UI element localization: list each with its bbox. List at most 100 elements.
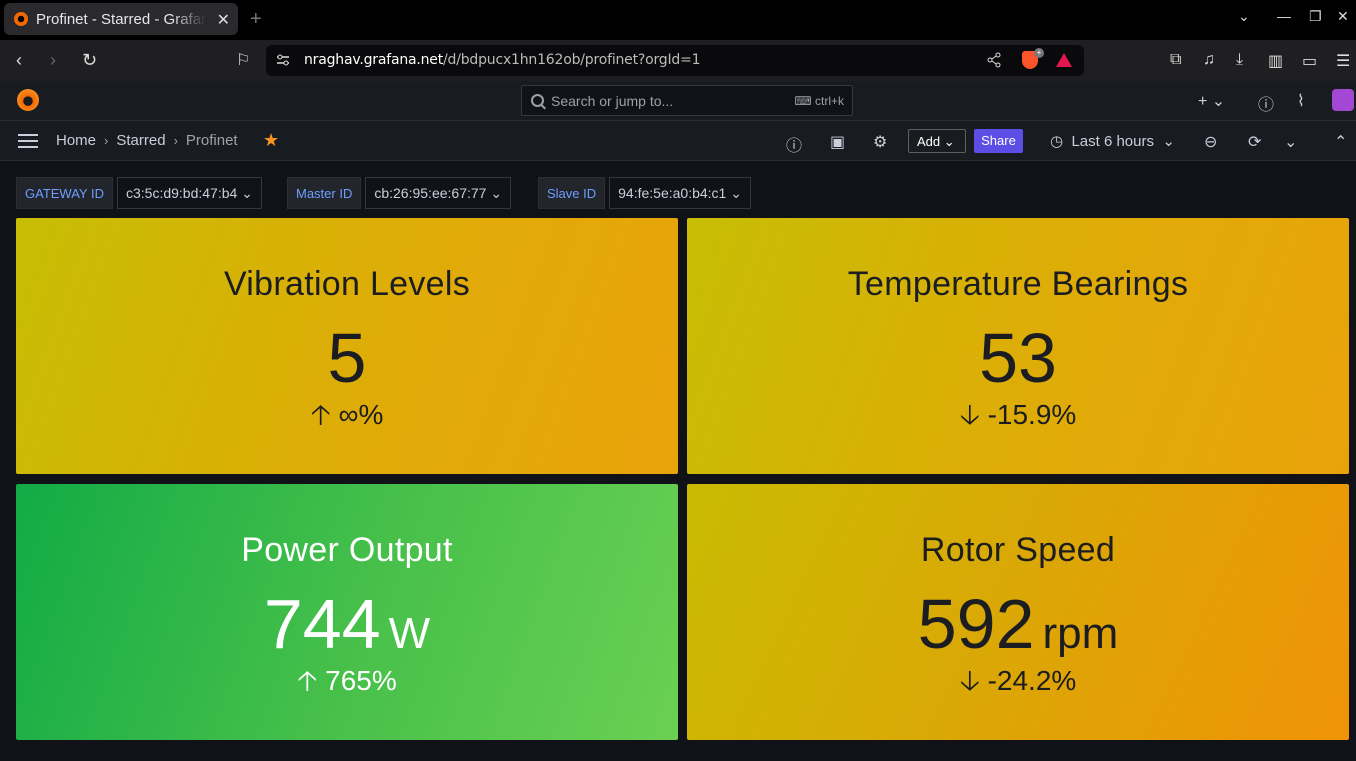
search-placeholder: Search or jump to... <box>551 93 674 109</box>
media-icon[interactable]: ♫ <box>1203 51 1215 69</box>
close-window-icon[interactable]: ✕ <box>1337 8 1349 25</box>
variable-label: Master ID <box>287 177 362 209</box>
panel-value: 5 <box>16 318 678 398</box>
search-input[interactable]: Search or jump to... ⌨ ctrl+k <box>521 85 853 116</box>
panel-vibration-levels[interactable]: Vibration Levels 5 🡡 ∞% <box>16 218 678 474</box>
breadcrumb: Home › Starred › Profinet <box>56 132 238 149</box>
breadcrumb-current: Profinet <box>185 132 238 149</box>
minimize-icon[interactable]: — <box>1277 8 1291 24</box>
variable-label: GATEWAY ID <box>16 177 113 209</box>
bookmark-icon[interactable]: ⚐ <box>236 50 250 70</box>
variable-master-id: Master ID cb:26:95:ee:67:77 ⌄ <box>287 177 512 209</box>
refresh-icon[interactable]: ⟳ <box>1248 132 1261 152</box>
time-range-picker[interactable]: ◷ Last 6 hours ⌄ <box>1050 132 1175 150</box>
news-rss-icon[interactable]: ⌇ <box>1297 91 1305 111</box>
share-page-icon[interactable] <box>986 52 1002 68</box>
back-icon[interactable]: ‹ <box>16 50 22 71</box>
brave-shields-badge-icon: + <box>1034 48 1044 58</box>
search-shortcut: ⌨ ctrl+k <box>794 94 844 108</box>
variable-select[interactable]: c3:5c:d9:bd:47:b4 ⌄ <box>116 177 262 209</box>
new-tab-icon[interactable]: + <box>250 8 262 31</box>
tab-list-chevron-icon[interactable]: ⌄ <box>1238 8 1250 25</box>
browser-tab[interactable]: Profinet - Starred - Grafana ✕ <box>4 3 238 35</box>
wallet-icon[interactable]: ▭ <box>1302 51 1317 71</box>
grafana-top-nav: Search or jump to... ⌨ ctrl+k + ⌄ ⓘ ⌇ <box>0 81 1356 121</box>
zoom-out-icon[interactable]: ⊖ <box>1204 132 1217 152</box>
panel-value-number: 744 <box>263 585 381 663</box>
close-tab-icon[interactable]: ✕ <box>217 10 230 30</box>
breadcrumb-separator-icon: › <box>173 133 178 148</box>
panel-temperature-bearings[interactable]: Temperature Bearings 53 🡣 -15.9% <box>687 218 1349 474</box>
panel-unit: rpm <box>1042 609 1119 658</box>
add-button[interactable]: Add ⌄ <box>908 129 966 153</box>
share-button[interactable]: Share <box>974 129 1023 153</box>
panel-rotor-speed[interactable]: Rotor Speed 592 rpm 🡣 -24.2% <box>687 484 1349 740</box>
refresh-interval-chevron-icon[interactable]: ⌄ <box>1284 132 1297 152</box>
help-icon[interactable]: ⓘ <box>1258 91 1274 115</box>
user-avatar[interactable] <box>1332 89 1354 111</box>
variable-value: c3:5c:d9:bd:47:b4 <box>125 185 238 201</box>
menu-toggle-icon[interactable] <box>18 134 38 148</box>
variable-select[interactable]: 94:fe:5e:a0:b4:c1 ⌄ <box>609 177 751 209</box>
download-icon[interactable]: ⤓ <box>1236 51 1243 69</box>
panel-change: 🡣 -15.9% <box>687 394 1349 442</box>
arrow-up-icon: 🡡 <box>297 665 318 696</box>
breadcrumb-starred[interactable]: Starred <box>116 132 165 149</box>
panel-title: Rotor Speed <box>920 531 1116 569</box>
site-settings-icon[interactable] <box>276 53 290 67</box>
brave-rewards-icon[interactable] <box>1056 53 1072 67</box>
forward-icon[interactable]: › <box>50 50 56 71</box>
menu-icon[interactable]: ☰ <box>1336 51 1350 71</box>
panel-change-text: -15.9% <box>987 399 1077 430</box>
settings-gear-icon[interactable]: ⚙ <box>873 132 887 152</box>
arrow-down-icon: 🡣 <box>959 665 980 696</box>
save-icon[interactable]: ▣ <box>830 132 845 152</box>
extensions-icon[interactable]: ⧉ <box>1170 51 1181 69</box>
add-label: Add <box>917 134 941 149</box>
collapse-chevron-up-icon[interactable]: ⌃ <box>1334 132 1347 152</box>
panel-title: Vibration Levels <box>223 265 471 303</box>
panel-title: Power Output <box>241 531 453 569</box>
panel-change-text: 765% <box>325 665 397 696</box>
arrow-up-icon: 🡡 <box>310 399 331 430</box>
breadcrumb-separator-icon: › <box>104 133 109 148</box>
time-range-label: Last 6 hours <box>1071 133 1154 150</box>
panel-value-number: 592 <box>917 585 1035 663</box>
dashboard-toolbar: Home › Starred › Profinet ★ ⓘ ▣ ⚙ Add ⌄ … <box>0 121 1356 161</box>
grafana-logo-icon[interactable] <box>17 89 39 111</box>
panel-value: 744 W <box>16 584 678 664</box>
maximize-icon[interactable]: ❐ <box>1309 8 1322 25</box>
variable-value: cb:26:95:ee:67:77 <box>374 185 487 201</box>
search-icon <box>531 94 544 107</box>
variable-select[interactable]: cb:26:95:ee:67:77 ⌄ <box>365 177 512 209</box>
variable-gateway-id: GATEWAY ID c3:5c:d9:bd:47:b4 ⌄ <box>16 177 262 209</box>
tab-title: Profinet - Starred - Grafana <box>36 10 206 28</box>
panel-value-number: 53 <box>979 319 1057 397</box>
panel-title: Temperature Bearings <box>847 265 1189 303</box>
panel-value: 53 <box>687 318 1349 398</box>
grafana-favicon <box>14 12 28 26</box>
variable-value: 94:fe:5e:a0:b4:c1 <box>618 185 727 201</box>
arrow-down-icon: 🡣 <box>959 399 980 430</box>
address-bar[interactable]: nraghav.grafana.net/d/bdpucx1hn162ob/pro… <box>266 45 1084 76</box>
reload-icon[interactable]: ↻ <box>82 50 97 71</box>
browser-tab-bar: Profinet - Starred - Grafana ✕ + ⌄ — ❐ ✕ <box>0 0 1356 40</box>
dashboard-info-icon[interactable]: ⓘ <box>786 132 802 156</box>
variable-slave-id: Slave ID 94:fe:5e:a0:b4:c1 ⌄ <box>538 177 751 209</box>
variable-label: Slave ID <box>538 177 606 209</box>
panel-power-output[interactable]: Power Output 744 W 🡡 765% <box>16 484 678 740</box>
panel-unit: W <box>388 609 431 658</box>
panel-change-text: ∞% <box>338 399 384 430</box>
url-path: /d/bdpucx1hn162ob/profinet?orgId=1 <box>443 52 701 68</box>
star-icon[interactable]: ★ <box>263 130 279 151</box>
browser-toolbar: ‹ › ↻ ⚐ nraghav.grafana.net/d/bdpucx1hn1… <box>0 40 1356 81</box>
breadcrumb-home[interactable]: Home <box>56 132 96 149</box>
new-plus-icon[interactable]: + ⌄ <box>1198 91 1225 111</box>
panel-change: 🡣 -24.2% <box>687 660 1349 708</box>
panel-change: 🡡 765% <box>16 660 678 708</box>
search-shortcut-text: ctrl+k <box>814 94 844 108</box>
panel-value-number: 5 <box>327 319 367 397</box>
url-host: nraghav.grafana.net <box>304 52 444 68</box>
sidebar-icon[interactable]: ▥ <box>1268 51 1283 71</box>
url-text: nraghav.grafana.net/d/bdpucx1hn162ob/pro… <box>304 52 701 68</box>
